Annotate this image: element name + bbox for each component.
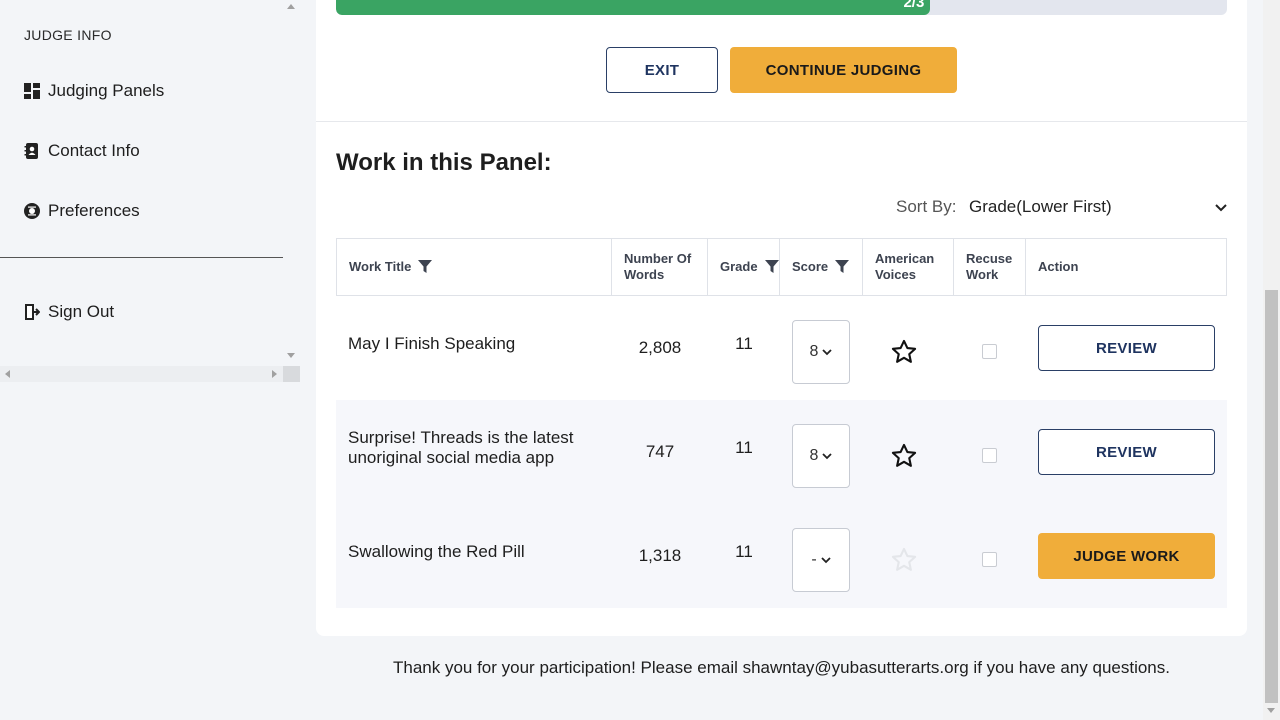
chevron-down-icon — [822, 348, 833, 355]
sidebar-scroll-area: JUDGE INFO Judging Panels Contact Info P… — [0, 0, 283, 366]
header-label: Recuse Work — [966, 251, 1012, 283]
chevron-down-icon — [1215, 197, 1227, 217]
star-outline-icon[interactable] — [890, 442, 918, 470]
contact-book-icon — [24, 143, 40, 159]
scroll-right-arrow-icon[interactable] — [272, 370, 277, 378]
score-select[interactable]: - — [792, 528, 850, 592]
recuse-checkbox[interactable] — [982, 552, 997, 567]
header-label: American Voices — [875, 251, 934, 283]
continue-judging-button[interactable]: CONTINUE JUDGING — [730, 47, 957, 93]
header-work-title: Work Title — [337, 239, 612, 295]
work-title: May I Finish Speaking — [348, 334, 516, 353]
sort-select[interactable]: Grade(Lower First) — [969, 195, 1227, 219]
scroll-down-arrow-icon[interactable] — [287, 353, 295, 358]
filter-icon[interactable] — [418, 260, 433, 274]
header-action: Action — [1026, 239, 1226, 295]
sort-label: Sort By: — [896, 197, 957, 216]
header-recuse-work: Recuse Work — [954, 239, 1026, 295]
chevron-down-icon — [821, 556, 831, 563]
grade: 11 — [735, 334, 753, 353]
sidebar-item-label: Judging Panels — [48, 81, 165, 100]
sidebar-heading: JUDGE INFO — [24, 27, 112, 43]
score-value: 8 — [809, 447, 819, 464]
review-button[interactable]: REVIEW — [1038, 325, 1215, 371]
header-label: Grade — [720, 259, 758, 274]
sort-select-value: Grade(Lower First) — [969, 197, 1112, 216]
grade: 11 — [735, 542, 753, 561]
score-value: - — [811, 551, 817, 568]
sidebar-item-contact-info[interactable]: Contact Info — [24, 141, 140, 161]
recuse-checkbox[interactable] — [982, 344, 997, 359]
sidebar-divider — [0, 257, 283, 258]
progress-bar: 2/3 — [336, 0, 1227, 15]
header-label: Number Of Words — [624, 251, 691, 283]
header-label-line: Voices — [875, 267, 916, 282]
table-row: Surprise! Threads is the latest unorigin… — [336, 400, 1227, 504]
scrollbar-corner — [283, 366, 300, 382]
work-title: Swallowing the Red Pill — [348, 542, 525, 561]
section-divider — [316, 121, 1247, 122]
footer-message: Thank you for your participation! Please… — [392, 658, 1170, 677]
scroll-up-arrow-icon[interactable] — [287, 4, 295, 9]
review-button[interactable]: REVIEW — [1038, 429, 1215, 475]
word-count: 747 — [645, 442, 675, 461]
chevron-down-icon — [822, 452, 833, 459]
header-label: Action — [1038, 259, 1079, 274]
header-label: Score — [792, 259, 829, 274]
progress-label: 2/3 — [903, 0, 925, 11]
table-row: Swallowing the Red Pill 1,318 11 - JUDGE… — [336, 504, 1227, 608]
header-number-of-words: Number Of Words — [612, 239, 708, 295]
header-grade: Grade — [708, 239, 780, 295]
sidebar-item-preferences[interactable]: Preferences — [24, 201, 140, 221]
header-label-line: Work — [966, 267, 999, 282]
sign-out-label: Sign Out — [48, 302, 115, 321]
sign-out-icon — [24, 304, 41, 320]
scroll-left-arrow-icon[interactable] — [5, 370, 10, 378]
word-count: 1,318 — [638, 546, 682, 565]
score-select[interactable]: 8 — [792, 424, 850, 488]
judge-work-button[interactable]: JUDGE WORK — [1038, 533, 1215, 579]
header-label-line: Number Of — [624, 251, 692, 266]
header-american-voices: American Voices — [863, 239, 954, 295]
sidebar-item-judging-panels[interactable]: Judging Panels — [24, 81, 164, 101]
page-scrollbar-thumb[interactable] — [1265, 290, 1278, 703]
sidebar-item-label: Contact Info — [48, 141, 140, 160]
filter-icon[interactable] — [764, 260, 779, 274]
header-label-line: American — [875, 251, 935, 266]
filter-icon[interactable] — [835, 260, 850, 274]
panel-title: Work in this Panel: — [336, 149, 552, 176]
work-title: Surprise! Threads is the latest unorigin… — [348, 428, 574, 467]
header-label: Work Title — [349, 259, 412, 274]
header-label-line: Words — [624, 267, 665, 282]
sidebar-item-label: Preferences — [48, 201, 140, 220]
dashboard-icon — [24, 83, 40, 99]
score-value: 8 — [809, 343, 819, 360]
score-select[interactable]: 8 — [792, 320, 850, 384]
table-row: May I Finish Speaking 2,808 11 8 REVIEW — [336, 296, 1227, 400]
header-score: Score — [780, 239, 863, 295]
word-count: 2,808 — [638, 338, 682, 357]
scroll-down-arrow-icon[interactable] — [1267, 708, 1275, 713]
settings-icon — [24, 203, 40, 219]
header-label-line: Recuse — [966, 251, 1013, 266]
sidebar-horizontal-scrollbar[interactable] — [0, 366, 283, 382]
sign-out-link[interactable]: Sign Out — [24, 302, 114, 322]
exit-button[interactable]: EXIT — [606, 47, 718, 93]
star-outline-icon[interactable] — [890, 338, 918, 366]
sidebar: JUDGE INFO Judging Panels Contact Info P… — [0, 0, 300, 720]
table-header: Work Title Number Of Words Grade Score Am… — [336, 238, 1227, 296]
grade: 11 — [735, 438, 753, 457]
sidebar-vertical-scrollbar[interactable] — [283, 0, 300, 366]
recuse-checkbox[interactable] — [982, 448, 997, 463]
progress-fill: 2/3 — [336, 0, 931, 15]
star-disabled-icon — [891, 547, 917, 571]
